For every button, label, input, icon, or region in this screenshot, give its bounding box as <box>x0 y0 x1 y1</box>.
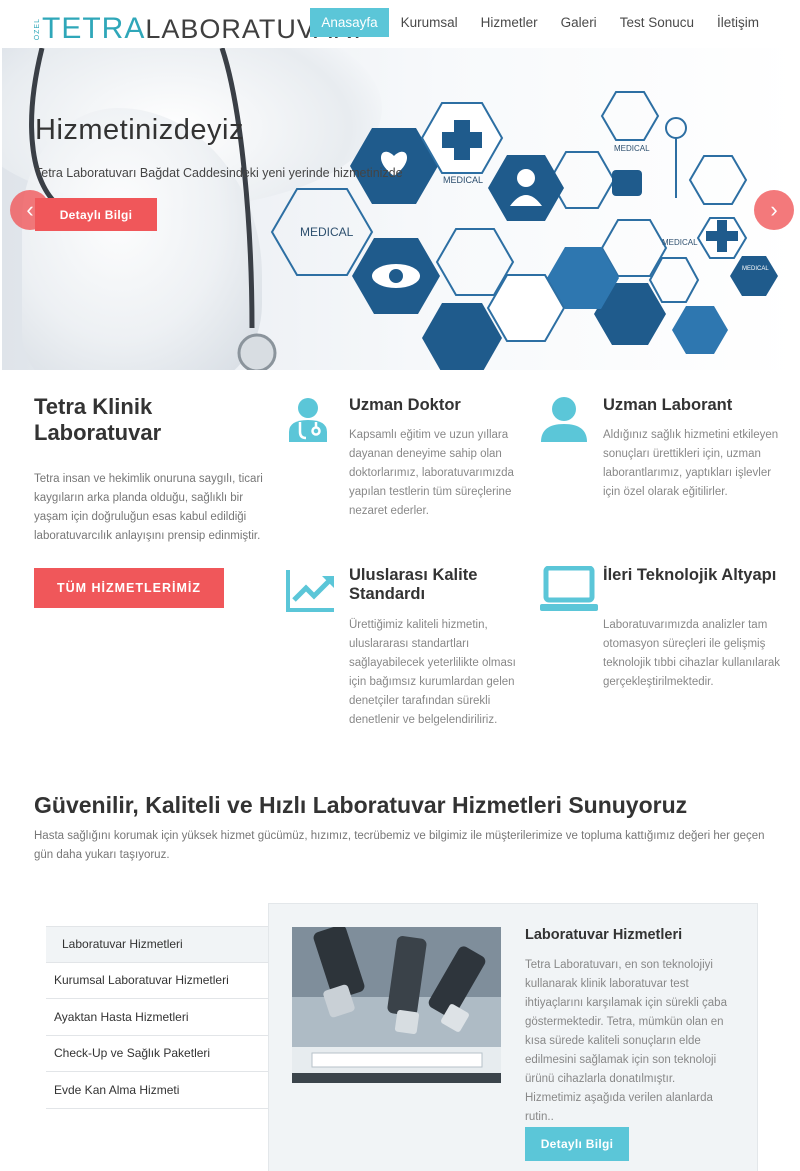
feature-text: Aldığınız sağlık hizmetini etkileyen son… <box>603 429 779 498</box>
hex-label-medical-4: MEDICAL <box>662 238 698 247</box>
user-icon <box>541 397 587 442</box>
feature-text: Ürettiğimiz kaliteli hizmetin, uluslarar… <box>349 619 516 726</box>
intro-title-line2: Laboratuvar <box>34 420 162 445</box>
tagline-bold-3: Hızlı <box>259 792 307 818</box>
feature-title: Uzman Doktor <box>349 396 461 414</box>
slider-next-arrow-icon[interactable]: › <box>754 190 794 230</box>
feature-title: Uzman Laborant <box>603 396 733 414</box>
section-tagline-title: Güvenilir, Kaliteli ve Hızlı Laboratuvar… <box>34 792 687 819</box>
feature-uzman-doktor: Uzman Doktor Kapsamlı eğitim ve uzun yıl… <box>286 396 526 526</box>
services-tab-list: Laboratuvar Hizmetleri Kurumsal Laboratu… <box>46 926 268 1109</box>
hero-slider: MEDICAL MEDICAL MEDICAL MEDICAL MEDICAL … <box>2 48 798 370</box>
feature-text: Laboratuvarımızda analizler tam otomasyo… <box>603 619 781 688</box>
intro-text: Tetra insan ve hekimlik onuruna saygılı,… <box>34 473 263 542</box>
tab-detail-button[interactable]: Detaylı Bilgi <box>525 1127 629 1161</box>
section-tagline-text: Hasta sağlığını korumak için yüksek hizm… <box>34 830 765 861</box>
tab-content-title: Laboratuvar Hizmetleri <box>525 927 683 943</box>
tab-laboratuvar-hizmetleri[interactable]: Laboratuvar Hizmetleri <box>46 926 268 963</box>
intro-title-bold: Tetra <box>34 394 87 419</box>
hex-label-medical-1: MEDICAL <box>300 225 354 239</box>
nav-iletisim[interactable]: İletişim <box>706 8 770 37</box>
doctor-icon <box>289 398 327 442</box>
hero-subtitle: Tetra Laboratuvarı Bağdat Caddesindeki y… <box>35 166 403 180</box>
hex-label-medical-5: MEDICAL <box>742 266 769 272</box>
hero-title: Hizmetinizdeyiz <box>35 114 244 146</box>
hex-label-medical-3: MEDICAL <box>614 144 650 153</box>
tab-kurumsal-laboratuvar[interactable]: Kurumsal Laboratuvar Hizmetleri <box>46 962 268 999</box>
tagline-bold-1: Güvenilir, <box>34 792 139 818</box>
tagline-ve: ve <box>227 792 253 818</box>
logo-ozel: ÖZEL <box>34 17 41 40</box>
feature-title: Uluslarası Kalite Standardı <box>349 566 478 603</box>
tab-content-text: Tetra Laboratuvarı, en son teknolojiyi k… <box>525 959 727 1123</box>
laptop-icon <box>540 566 598 611</box>
nav-galeri[interactable]: Galeri <box>550 8 608 37</box>
nav-hizmetler[interactable]: Hizmetler <box>470 8 549 37</box>
all-services-button[interactable]: TÜM HİZMETLERİMİZ <box>34 568 224 608</box>
intro-title-rest: Klinik <box>92 394 153 419</box>
slider-prev-arrow-icon[interactable]: ‹ <box>10 190 50 230</box>
feature-title: İleri Teknolojik Altyapı <box>603 566 777 584</box>
microscope-image <box>292 927 501 1083</box>
site-header: ÖZEL TETRA LABORATUVARI Anasayfa Kurumsa… <box>0 0 800 48</box>
tagline-rest: Laboratuvar Hizmetleri Sunuyoruz <box>312 792 688 818</box>
feature-ileri-teknoloji: İleri Teknolojik Altyapı Laboratuvarımız… <box>540 566 780 746</box>
tab-check-up[interactable]: Check-Up ve Sağlık Paketleri <box>46 1035 268 1072</box>
feature-text: Kapsamlı eğitim ve uzun yıllara dayanan … <box>349 429 514 517</box>
tab-evde-kan-alma[interactable]: Evde Kan Alma Hizmeti <box>46 1072 268 1109</box>
intro-title: Tetra Klinik Laboratuvar <box>34 394 161 446</box>
nav-anasayfa[interactable]: Anasayfa <box>310 8 389 37</box>
feature-uzman-laborant: Uzman Laborant Aldığınız sağlık hizmetin… <box>540 396 780 526</box>
tagline-bold-2: Kaliteli <box>145 792 221 818</box>
hero-detail-button[interactable]: Detaylı Bilgi <box>35 198 157 231</box>
nav-kurumsal[interactable]: Kurumsal <box>390 8 469 37</box>
hex-label-medical-2: MEDICAL <box>443 175 483 185</box>
chart-trend-icon <box>286 570 334 612</box>
tab-ayaktan-hasta[interactable]: Ayaktan Hasta Hizmetleri <box>46 999 268 1036</box>
feature-kalite-standardi: Uluslarası Kalite Standardı Ürettiğimiz … <box>286 566 526 746</box>
nav-test-sonucu[interactable]: Test Sonucu <box>609 8 705 37</box>
main-nav: Anasayfa Kurumsal Hizmetler Galeri Test … <box>309 8 770 37</box>
logo-tetra: TETRA <box>42 12 146 45</box>
